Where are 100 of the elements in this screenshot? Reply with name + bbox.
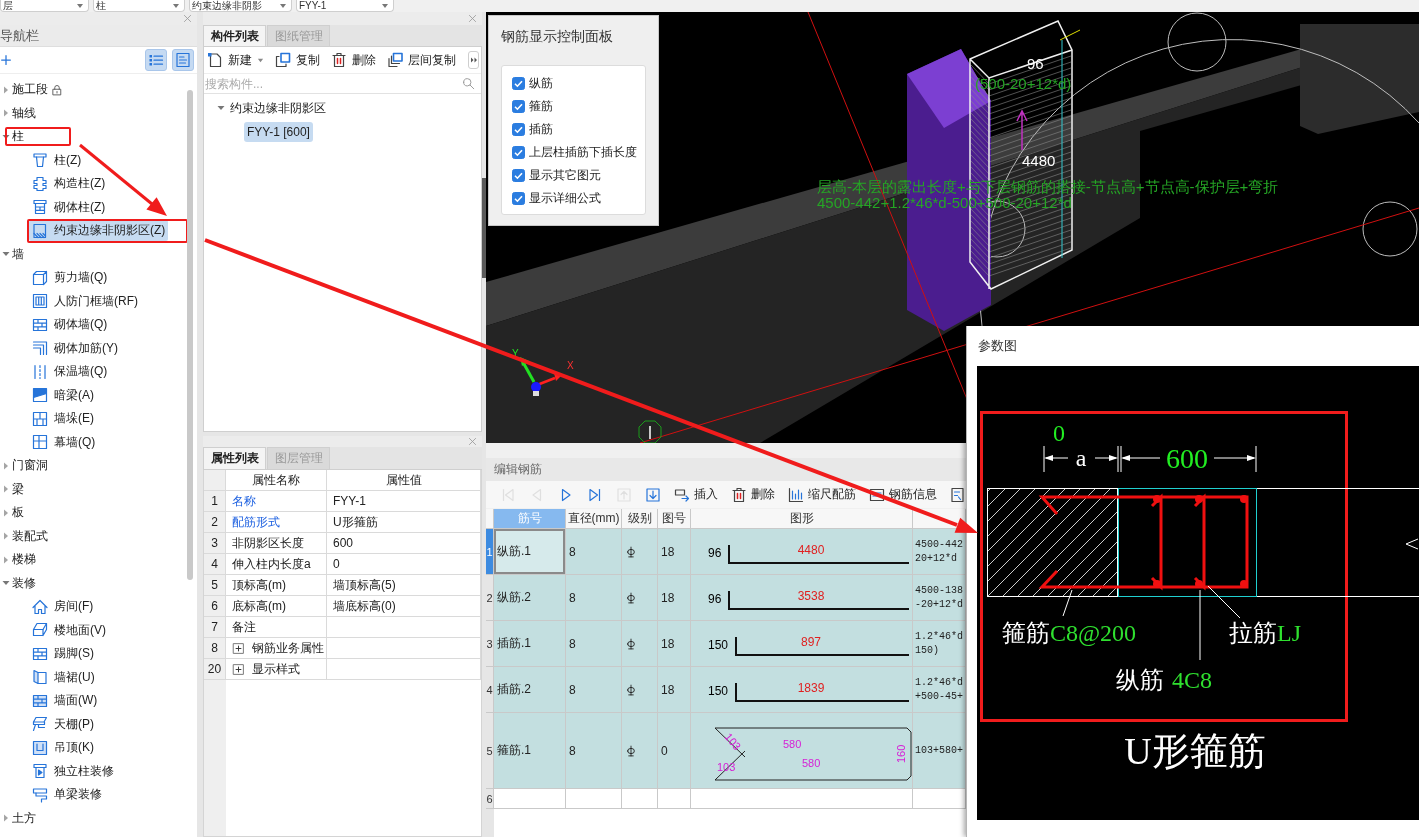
table-cell[interactable]: 18 [658, 621, 691, 666]
collapsed-arrow-icon[interactable] [2, 814, 10, 823]
property-group[interactable]: 显示样式 [226, 659, 327, 679]
tree-item[interactable]: 楼梯 [9, 549, 39, 571]
row-number[interactable]: 5 [486, 713, 494, 788]
expanded-arrow-icon[interactable] [217, 104, 225, 112]
table-cell[interactable] [622, 529, 658, 574]
table-cell[interactable] [622, 713, 658, 788]
tree-item[interactable]: 墙垛(E) [29, 408, 97, 430]
table-cell[interactable]: 4500-442 20+12*d [913, 529, 966, 574]
tree-item[interactable]: 房间(F) [29, 596, 97, 618]
table-cell[interactable]: 8 [566, 529, 622, 574]
table-cell[interactable]: 8 [566, 713, 622, 788]
column-header[interactable]: 图号 [658, 509, 691, 528]
dropdown[interactable]: 层 [0, 0, 89, 12]
tree-item[interactable]: 轴线 [9, 102, 39, 124]
table-cell[interactable] [622, 667, 658, 712]
icon-button[interactable] [587, 486, 603, 503]
checkbox[interactable] [512, 100, 525, 113]
row-number[interactable]: 3 [486, 621, 494, 666]
row-number[interactable]: 4 [486, 667, 494, 712]
property-value[interactable]: 0 [327, 554, 481, 574]
tree-item[interactable]: 柱(Z) [29, 149, 85, 171]
table-cell[interactable]: 18 [658, 667, 691, 712]
icon-button[interactable] [950, 486, 966, 503]
collapsed-arrow-icon[interactable] [2, 85, 10, 94]
tree-item[interactable]: 砌体墙(Q) [29, 314, 111, 336]
collapsed-arrow-icon[interactable] [2, 555, 10, 564]
table-cell[interactable]: 103+580+ [913, 713, 966, 788]
table-cell[interactable]: 18 [658, 529, 691, 574]
checkbox[interactable] [512, 77, 525, 90]
toolbar-button[interactable]: 钢筋信息 [869, 486, 937, 503]
expand-box-icon[interactable] [232, 641, 245, 655]
collapsed-arrow-icon[interactable] [2, 532, 10, 541]
row-number[interactable]: 1 [486, 529, 494, 574]
column-header[interactable]: 直径(mm) [566, 509, 622, 528]
table-cell[interactable]: 1.2*46*d +500-45+ [913, 667, 966, 712]
table-cell[interactable]: 8 [566, 575, 622, 620]
toolbar-button[interactable]: 插入 [674, 486, 718, 503]
tree-item[interactable]: 土方 [9, 807, 39, 829]
tree-item[interactable]: 装配式 [9, 525, 51, 547]
dropdown[interactable]: FYY-1 [296, 0, 394, 12]
table-cell[interactable]: 18 [658, 575, 691, 620]
property-value[interactable]: FYY-1 [327, 491, 481, 511]
tree-item[interactable]: 幕墙(Q) [29, 431, 99, 453]
scrollbar-thumb[interactable] [187, 90, 193, 580]
close-icon[interactable] [468, 14, 477, 23]
table-cell[interactable]: 8 [566, 621, 622, 666]
tree-item[interactable]: 砌体柱(Z) [29, 196, 109, 218]
expand-box-icon[interactable] [232, 662, 245, 676]
property-value[interactable]: U形箍筋 [327, 512, 481, 532]
tree-item[interactable]: 约束边缘非阴影区 [227, 98, 329, 118]
checkbox[interactable] [512, 123, 525, 136]
dropdown[interactable]: 柱 [93, 0, 185, 12]
table-cell[interactable]: 纵筋.2 [494, 575, 566, 620]
tree-item[interactable]: 板 [9, 502, 27, 524]
detail-view-button[interactable] [172, 49, 194, 71]
tree-item[interactable]: 剪力墙(Q) [29, 267, 111, 289]
tree-item[interactable]: 单梁装修 [29, 784, 105, 806]
dropdown[interactable]: 约束边缘非阴影 [189, 0, 292, 12]
toolbar-button[interactable]: 新建 [207, 51, 264, 69]
row-number[interactable]: 2 [486, 575, 494, 620]
tree-item[interactable]: 暗梁(A) [29, 384, 97, 406]
toolbar-button[interactable]: 缩尺配筋 [788, 486, 856, 503]
collapsed-arrow-icon[interactable] [2, 485, 10, 494]
splitter-handle[interactable] [482, 178, 486, 278]
collapsed-arrow-icon[interactable] [2, 508, 10, 517]
table-cell[interactable]: 1.2*46*d 150) [913, 621, 966, 666]
column-header[interactable]: 级别 [622, 509, 658, 528]
column-header[interactable]: 图形 [691, 509, 913, 528]
tree-item[interactable]: 装修 [9, 572, 39, 594]
tab[interactable]: 属性列表 [203, 447, 266, 469]
tree-item[interactable]: 踢脚(S) [29, 643, 97, 665]
table-cell[interactable]: 8 [566, 667, 622, 712]
tree-item[interactable]: 施工段 [9, 79, 66, 101]
tree-item[interactable]: 吊顶(K) [29, 737, 97, 759]
tree-item[interactable]: 构造柱(Z) [29, 173, 109, 195]
property-group[interactable]: 钢筋业务属性 [226, 638, 327, 658]
toolbar-button[interactable]: 复制 [275, 51, 320, 69]
collapsed-arrow-icon[interactable] [2, 461, 10, 470]
close-icon[interactable] [468, 437, 477, 446]
close-icon[interactable] [183, 14, 192, 23]
add-icon[interactable] [1, 55, 11, 65]
table-cell[interactable]: 插筋.2 [494, 667, 566, 712]
tree-item[interactable]: 独立柱装修 [29, 760, 117, 782]
checkbox[interactable] [512, 146, 525, 159]
checkbox[interactable] [512, 192, 525, 205]
property-value[interactable]: 墙底标高(0) [327, 596, 481, 616]
table-cell[interactable]: 箍筋.1 [494, 713, 566, 788]
tab[interactable]: 构件列表 [203, 25, 266, 46]
tree-item[interactable]: 约束边缘非阴影区(Z) [29, 220, 169, 242]
toolbar-button[interactable]: 删除 [331, 51, 376, 69]
tree-item[interactable]: 砌体加筋(Y) [29, 337, 121, 359]
checkbox[interactable] [512, 169, 525, 182]
property-value[interactable]: 墙顶标高(5) [327, 575, 481, 595]
tree-item[interactable]: 梁 [9, 478, 27, 500]
tree-item[interactable]: FYY-1 [600] [244, 122, 313, 142]
tree-item[interactable]: 墙面(W) [29, 690, 101, 712]
table-cell[interactable] [622, 575, 658, 620]
table-cell[interactable]: 4500-138 -20+12*d [913, 575, 966, 620]
